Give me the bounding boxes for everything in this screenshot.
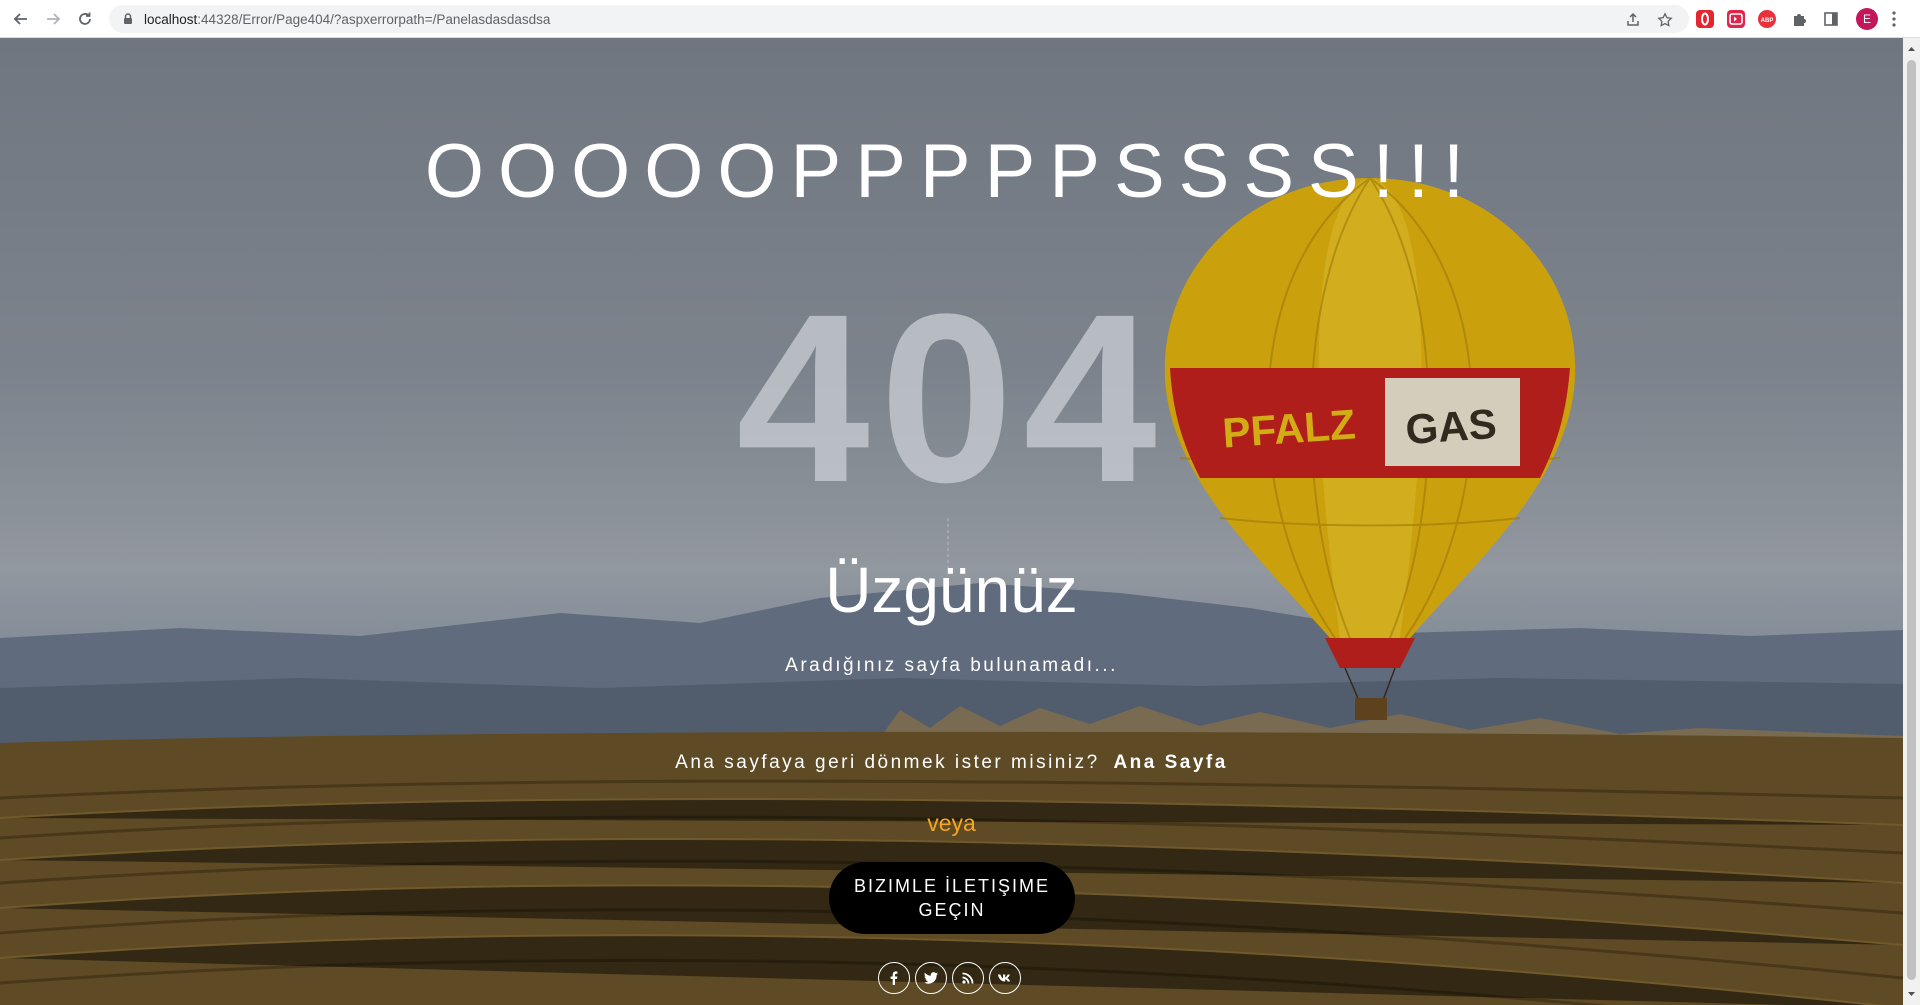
address-bar[interactable]: localhost:44328/Error/Page404/?aspxerror…: [109, 5, 1689, 33]
oops-heading: OOOOOPPPPPSSSS!!!: [424, 129, 1479, 214]
profile-avatar[interactable]: E: [1856, 8, 1878, 30]
share-icon[interactable]: [1625, 12, 1641, 28]
not-found-message: Aradığınız sayfa bulunamadı...: [785, 655, 1118, 676]
vertical-scrollbar[interactable]: [1903, 38, 1920, 1005]
error-code: 404: [736, 264, 1167, 532]
facebook-link[interactable]: [878, 962, 910, 994]
pocket-icon[interactable]: [1727, 10, 1745, 28]
social-links: [878, 962, 1021, 994]
rss-link[interactable]: [952, 962, 984, 994]
url-path: :44328/Error/Page404/?aspxerrorpath=/Pan…: [197, 11, 551, 27]
adblock-logo: ABP: [1761, 18, 1774, 24]
home-link[interactable]: Ana Sayfa: [1113, 752, 1227, 773]
arrow-left-icon: [13, 13, 27, 25]
scroll-up-icon[interactable]: [1907, 44, 1916, 53]
star-icon[interactable]: [1657, 12, 1673, 28]
vk-icon: [998, 974, 1011, 982]
svg-text:ABP: ABP: [1761, 18, 1774, 24]
twitter-link[interactable]: [915, 962, 947, 994]
extensions-logo: [1794, 14, 1806, 26]
back-button[interactable]: [9, 7, 33, 31]
browser-toolbar: localhost:44328/Error/Page404/?aspxerror…: [0, 0, 1920, 38]
opera-logo: [1701, 12, 1709, 26]
url-text: localhost:44328/Error/Page404/?aspxerror…: [144, 12, 550, 27]
kebab-menu-icon[interactable]: [1892, 11, 1896, 27]
sorry-heading: Üzgünüz: [825, 554, 1078, 626]
reload-icon: [79, 12, 91, 25]
error-page: PFALZ GAS OOOOOPPPPPSSSS!!! 404 Üzgünüz …: [0, 38, 1903, 1005]
contact-us-button[interactable]: BIZIMLE İLETIŞIME GEÇIN: [829, 862, 1075, 934]
reload-button[interactable]: [73, 7, 97, 31]
twitter-icon: [924, 972, 938, 984]
facebook-icon: [890, 971, 898, 985]
home-prompt: Ana sayfaya geri dönmek ister misiniz? A…: [0, 752, 1903, 774]
side-panel-icon[interactable]: [1822, 10, 1840, 28]
opera-icon[interactable]: [1696, 10, 1714, 28]
lock-icon: [124, 13, 132, 24]
forward-button[interactable]: [41, 7, 65, 31]
url-host: localhost: [144, 11, 198, 27]
side-panel-logo: [1824, 12, 1838, 26]
home-question: Ana sayfaya geri dönmek ister misiniz?: [675, 752, 1100, 773]
adblock-icon[interactable]: ABP: [1758, 10, 1776, 28]
rss-icon: [962, 972, 974, 984]
puzzle-icon[interactable]: [1790, 10, 1808, 28]
scroll-down-icon[interactable]: [1907, 990, 1916, 999]
scroll-thumb[interactable]: [1907, 60, 1916, 980]
vk-link[interactable]: [989, 962, 1021, 994]
arrow-right-icon: [47, 13, 61, 25]
pocket-logo: [1729, 13, 1743, 25]
or-separator: veya: [927, 810, 976, 836]
